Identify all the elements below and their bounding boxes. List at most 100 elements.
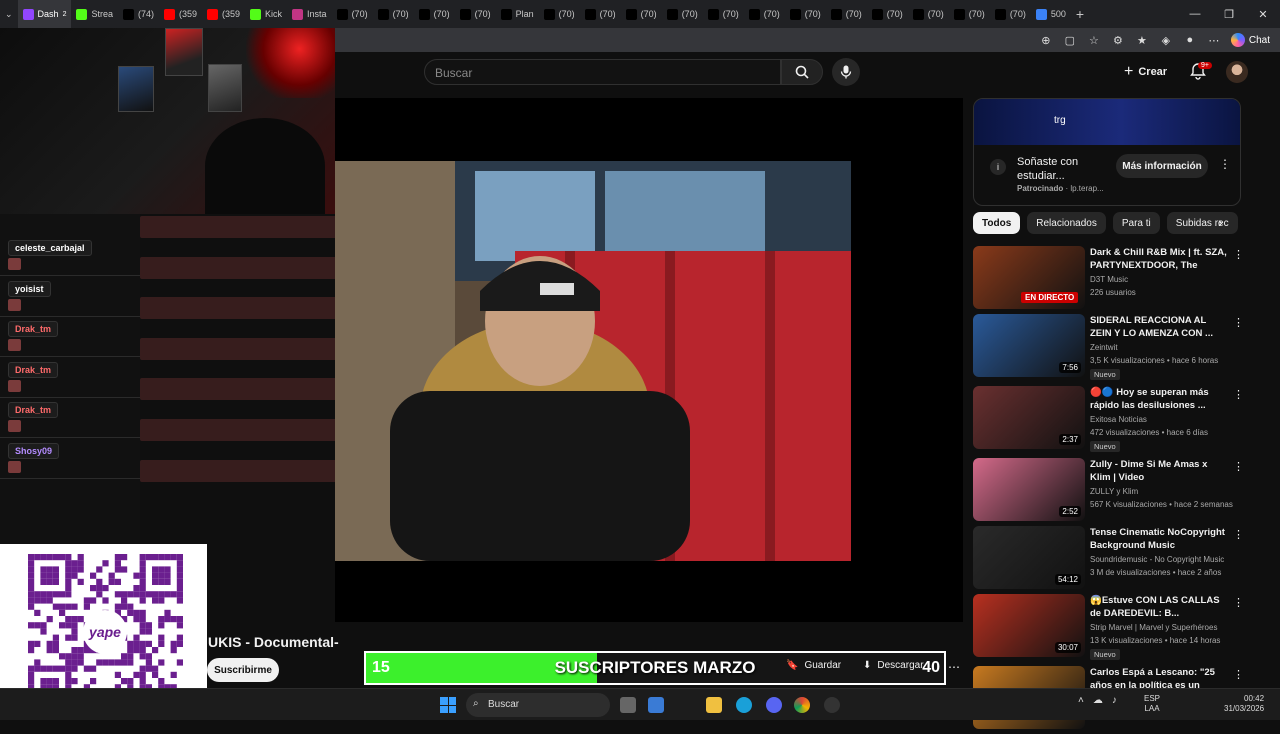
more-options-icon[interactable]: ⋮ [1233, 668, 1244, 681]
chat-username[interactable]: Drak_tm [8, 402, 59, 419]
file-explorer-icon[interactable] [706, 697, 722, 713]
more-options-icon[interactable]: ⋮ [1233, 460, 1244, 473]
browser-tab[interactable]: (70) [785, 0, 826, 28]
favorite-icon[interactable]: ☆ [1087, 34, 1101, 47]
maximize-icon[interactable]: ❐ [1212, 8, 1246, 21]
browser-tab[interactable]: (70) [990, 0, 1031, 28]
chat-username[interactable]: Drak_tm [8, 361, 59, 378]
sponsored-ad-card[interactable]: trg i Soñaste con estudiar... Patrocinad… [973, 98, 1241, 206]
more-options-icon[interactable]: ⋮ [1233, 316, 1244, 329]
channel-name[interactable]: Strip Marvel | Marvel y Superhéroes [1090, 623, 1217, 632]
new-tab-plus-icon[interactable]: + [1071, 0, 1089, 28]
ad-info-icon[interactable]: i [990, 159, 1006, 175]
create-button[interactable]: + Crear [1124, 61, 1167, 83]
browser-tab[interactable]: (70) [949, 0, 990, 28]
chat-username[interactable]: celeste_carbajal [8, 240, 92, 256]
translate-icon[interactable]: ⊕ [1039, 34, 1053, 47]
reader-icon[interactable]: ▢ [1063, 34, 1077, 47]
minimize-icon[interactable]: — [1178, 8, 1212, 20]
filter-chip[interactable]: Todos [973, 212, 1021, 234]
profile-icon[interactable]: ● [1183, 34, 1197, 46]
channel-name[interactable]: D3T Music [1090, 275, 1128, 284]
more-actions-icon[interactable]: ⋯ [948, 660, 960, 674]
chevron-right-icon[interactable]: › [1218, 214, 1223, 230]
collections-icon[interactable]: ★ [1135, 34, 1149, 47]
volume-icon[interactable]: ♪ [1112, 695, 1117, 706]
video-title[interactable]: Zully - Dime Si Me Amas x Klim | Video [1090, 458, 1230, 484]
browser-tab[interactable]: (70) [373, 0, 414, 28]
filter-chip[interactable]: Subidas rec [1166, 212, 1238, 234]
video-title[interactable]: 😱Estuve CON LAS CALLAS de DAREDEVIL: B..… [1090, 594, 1230, 620]
video-thumbnail[interactable]: EN DIRECTO [973, 246, 1085, 309]
obs-icon[interactable] [824, 697, 840, 713]
recommended-video[interactable]: EN DIRECTO Dark & Chill R&B Mix | ft. SZA… [973, 246, 1244, 314]
discord-icon[interactable] [766, 697, 782, 713]
video-thumbnail[interactable]: 54:12 [973, 526, 1085, 589]
shield-icon[interactable]: ◈ [1159, 34, 1173, 47]
browser-tab[interactable]: Dash 2 [17, 0, 72, 28]
browser-tab[interactable]: (359 [202, 0, 245, 28]
video-thumbnail[interactable]: 2:52 [973, 458, 1085, 521]
video-title[interactable]: Dark & Chill R&B Mix | ft. SZA, PARTYNEX… [1090, 246, 1230, 272]
browser-tab[interactable]: (70) [539, 0, 580, 28]
browser-tab[interactable]: Insta [287, 0, 332, 28]
browser-tab[interactable]: (70) [826, 0, 867, 28]
video-title[interactable]: 🔴🔵 Hoy se superan más rápido las desilus… [1090, 386, 1230, 412]
store-icon[interactable] [648, 697, 664, 713]
system-clock[interactable]: 00:42 31/03/2026 [1224, 694, 1264, 714]
browser-tab[interactable]: (70) [580, 0, 621, 28]
browser-tab[interactable]: (70) [744, 0, 785, 28]
chat-username[interactable]: yoisist [8, 280, 51, 297]
taskbar-search-input[interactable]: ⌕ Buscar [466, 693, 610, 717]
extensions-icon[interactable]: ⚙ [1111, 34, 1125, 47]
browser-tab[interactable]: Plan [496, 0, 539, 28]
search-button[interactable] [781, 59, 823, 85]
download-button[interactable]: ⬇ Descargar [863, 660, 924, 671]
more-options-icon[interactable]: ⋮ [1233, 248, 1244, 261]
browser-tab[interactable]: (70) [867, 0, 908, 28]
browser-tab[interactable]: (70) [455, 0, 496, 28]
video-thumbnail[interactable]: 7:56 [973, 314, 1085, 377]
video-frame[interactable] [335, 161, 851, 561]
channel-name[interactable]: Zeintwit [1090, 343, 1118, 352]
recommended-video[interactable]: 7:56 SIDERAL REACCIONA AL ZEIN Y LO AMENZ… [973, 314, 1244, 382]
recommended-video[interactable]: 2:37 🔴🔵 Hoy se superan más rápido las des… [973, 386, 1244, 454]
more-options-icon[interactable]: ⋮ [1219, 157, 1231, 171]
search-input[interactable]: Buscar [424, 59, 781, 85]
more-options-icon[interactable]: ⋮ [1233, 528, 1244, 541]
browser-tab[interactable]: (359 [159, 0, 202, 28]
close-icon[interactable]: ✕ [1246, 8, 1280, 21]
recommended-video[interactable]: 2:52 Zully - Dime Si Me Amas x Klim | Vid… [973, 458, 1244, 526]
input-language[interactable]: ESP LAA [1144, 694, 1160, 714]
copilot-chat-button[interactable]: Chat [1230, 33, 1270, 47]
chrome-icon[interactable] [794, 697, 810, 713]
more-options-icon[interactable]: ⋮ [1233, 596, 1244, 609]
video-title[interactable]: Tense Cinematic NoCopyright Background M… [1090, 526, 1230, 552]
voice-search-button[interactable] [832, 58, 860, 86]
video-thumbnail[interactable]: 2:37 [973, 386, 1085, 449]
filter-chip[interactable]: Relacionados [1027, 212, 1106, 234]
video-thumbnail[interactable]: 30:07 [973, 594, 1085, 657]
windows-start-icon[interactable] [440, 697, 456, 713]
ad-more-info-button[interactable]: Más información [1116, 154, 1208, 178]
browser-tab[interactable]: (70) [662, 0, 703, 28]
account-avatar[interactable] [1226, 61, 1248, 83]
browser-tab[interactable]: (70) [621, 0, 662, 28]
chat-username[interactable]: Shosy09 [8, 443, 60, 459]
edge-browser-icon[interactable] [736, 697, 752, 713]
video-title[interactable]: SIDERAL REACCIONA AL ZEIN Y LO AMENZA CO… [1090, 314, 1230, 340]
chat-username[interactable]: Drak_tm [8, 321, 59, 338]
save-button[interactable]: 🔖 Guardar [786, 660, 841, 671]
more-icon[interactable]: ⋯ [1207, 34, 1221, 47]
recommended-video[interactable]: 54:12 Tense Cinematic NoCopyright Backgro… [973, 526, 1244, 594]
tab-list-chevron-down-icon[interactable]: ⌄ [0, 0, 18, 28]
channel-name[interactable]: ZULLY y Klim [1090, 487, 1138, 496]
recommended-video[interactable]: 30:07 😱Estuve CON LAS CALLAS de DAREDEVIL… [973, 594, 1244, 662]
browser-tab[interactable]: 500 [1031, 0, 1071, 28]
browser-tab[interactable]: (70) [414, 0, 455, 28]
filter-chip[interactable]: Para ti [1112, 212, 1160, 234]
browser-tab[interactable]: (70) [332, 0, 373, 28]
browser-tab[interactable]: Kick [245, 0, 287, 28]
browser-tab[interactable]: (70) [908, 0, 949, 28]
browser-tab[interactable]: (74) [118, 0, 159, 28]
